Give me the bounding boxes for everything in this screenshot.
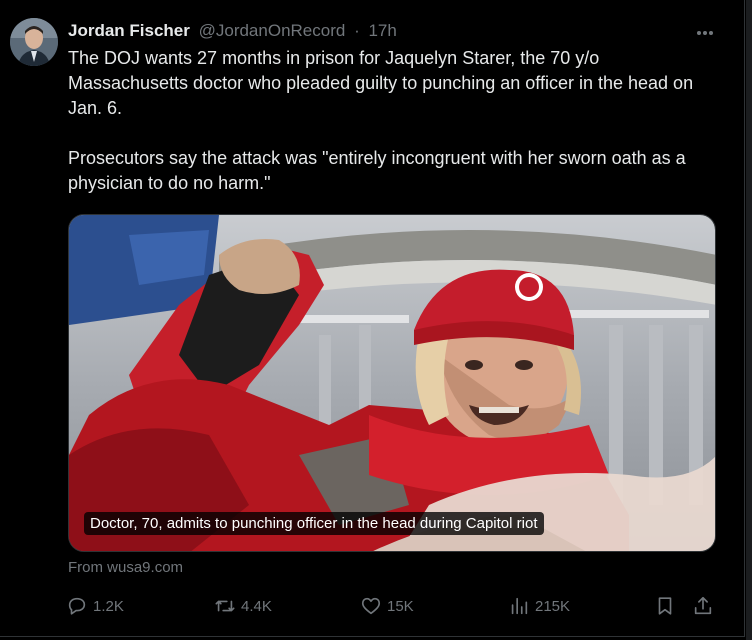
- author-handle[interactable]: @JordanOnRecord: [199, 21, 346, 40]
- post-text: The DOJ wants 27 months in prison for Ja…: [68, 46, 718, 196]
- repost-button[interactable]: 4.4K: [214, 594, 272, 618]
- author-name[interactable]: Jordan Fischer: [68, 21, 190, 40]
- link-source[interactable]: From wusa9.com: [68, 559, 183, 576]
- post-text-paragraph: The DOJ wants 27 months in prison for Ja…: [68, 48, 694, 118]
- separator-dot: ·: [354, 21, 360, 40]
- post-header: Jordan Fischer @JordanOnRecord · 17h: [68, 21, 397, 41]
- more-options-button[interactable]: [690, 22, 720, 42]
- media-image: [69, 215, 715, 551]
- bookmark-button[interactable]: [654, 594, 681, 618]
- timestamp[interactable]: 17h: [368, 21, 396, 40]
- heart-icon: [361, 597, 381, 615]
- share-icon: [694, 596, 712, 615]
- avatar-image: [10, 18, 58, 66]
- like-button[interactable]: 15K: [360, 594, 414, 618]
- reply-icon: [68, 597, 86, 615]
- avatar[interactable]: [10, 18, 58, 66]
- share-button[interactable]: [692, 594, 719, 618]
- views-chart-icon: [511, 597, 528, 615]
- media-caption: Doctor, 70, admits to punching officer i…: [84, 512, 544, 535]
- reply-count: 1.2K: [93, 597, 124, 615]
- media-card[interactable]: [68, 214, 716, 552]
- views-button[interactable]: 215K: [508, 594, 570, 618]
- repost-count: 4.4K: [241, 597, 272, 615]
- bookmark-icon: [658, 597, 672, 615]
- reply-button[interactable]: 1.2K: [66, 594, 124, 618]
- repost-icon: [215, 600, 235, 612]
- scrollbar[interactable]: [746, 0, 752, 640]
- post-text-paragraph: Prosecutors say the attack was "entirely…: [68, 148, 686, 193]
- action-bar: 1.2K 4.4K 15K 215K: [60, 590, 720, 622]
- views-count: 215K: [535, 597, 571, 615]
- like-count: 15K: [387, 597, 414, 615]
- more-dots-icon: [697, 31, 713, 35]
